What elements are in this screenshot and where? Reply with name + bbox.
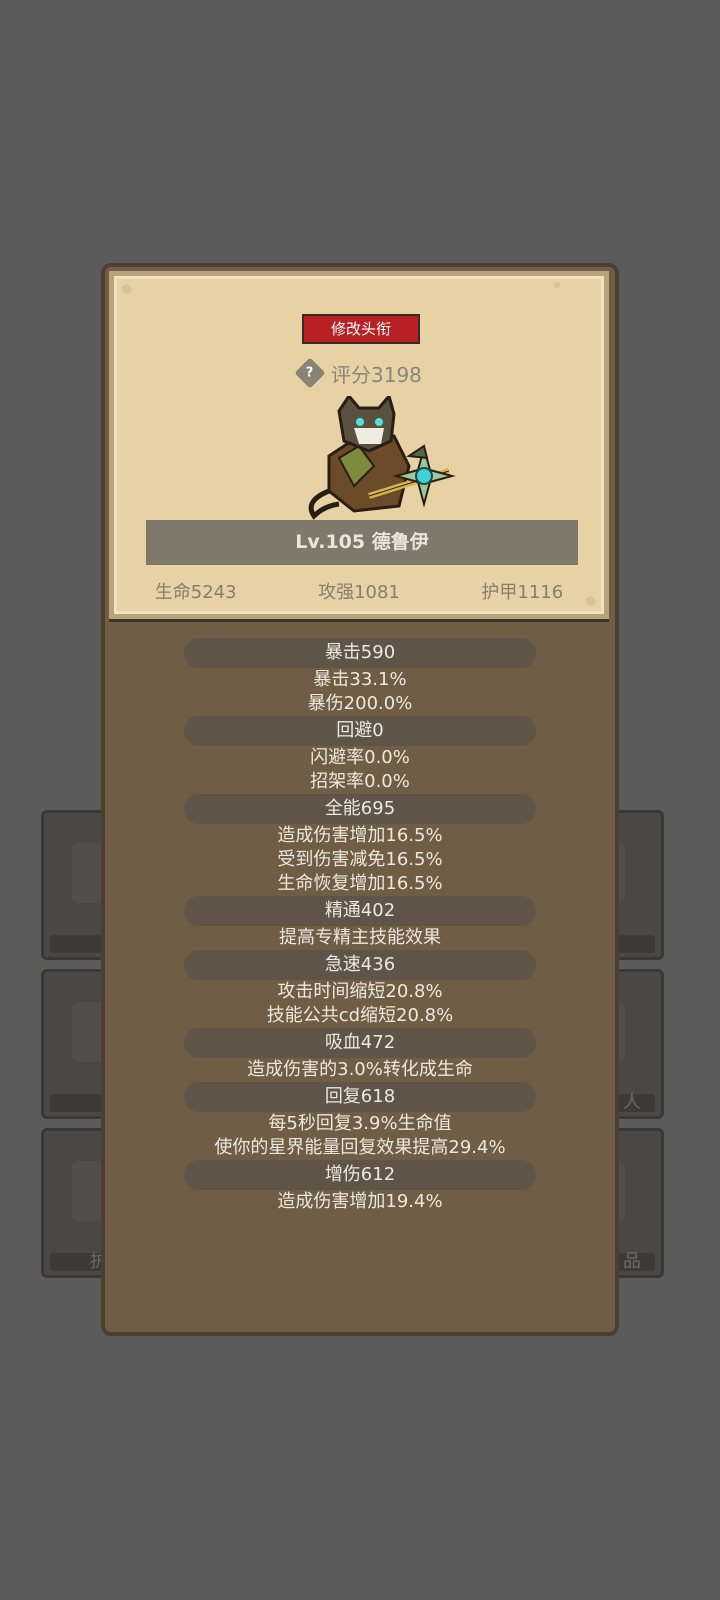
score-row: ? 评分3198 bbox=[294, 357, 422, 389]
stat-line: 闪避率0.0% bbox=[310, 747, 410, 768]
druid-avatar bbox=[308, 396, 456, 520]
stat-line: 使你的星界能量回复效果提高29.4% bbox=[214, 1137, 506, 1158]
stat-line: 提高专精主技能效果 bbox=[279, 927, 441, 948]
stat-header-damage-increase: 增伤612 bbox=[184, 1160, 536, 1190]
stat-header-mastery: 精通402 bbox=[184, 896, 536, 926]
stat-header-regen: 回复618 bbox=[184, 1082, 536, 1112]
stat-header-avoidance: 回避0 bbox=[184, 716, 536, 746]
stat-line: 攻击时间缩短20.8% bbox=[277, 981, 443, 1002]
stat-line: 生命恢复增加16.5% bbox=[277, 873, 443, 894]
stat-line: 造成伤害的3.0%转化成生命 bbox=[247, 1059, 473, 1080]
character-detail-dialog: 修改头衔 ? 评分3198 Lv.105 德鲁伊 生命5243 攻强1081 护… bbox=[101, 263, 619, 1336]
stat-line: 造成伤害增加16.5% bbox=[277, 825, 443, 846]
slot-label: 人 bbox=[623, 1092, 641, 1113]
score-value: 评分3198 bbox=[331, 362, 422, 387]
stat-header-haste: 急速436 bbox=[184, 950, 536, 980]
stat-line: 招架率0.0% bbox=[310, 771, 410, 792]
stat-line: 暴伤200.0% bbox=[307, 693, 413, 714]
base-stats-row: 生命5243 攻强1081 护甲1116 bbox=[114, 578, 604, 604]
stat-line: 受到伤害减免16.5% bbox=[277, 849, 443, 870]
stat-line: 造成伤害增加19.4% bbox=[277, 1191, 443, 1212]
stat-line: 技能公共cd缩短20.8% bbox=[266, 1005, 454, 1026]
stat-details-list: 暴击590 暴击33.1% 暴伤200.0% 回避0 闪避率0.0% 招架率0.… bbox=[105, 638, 615, 1214]
card-decoration bbox=[122, 284, 132, 294]
help-icon-glyph: ? bbox=[306, 365, 314, 381]
stat-header-crit: 暴击590 bbox=[184, 638, 536, 668]
stat-header-versatility: 全能695 bbox=[184, 794, 536, 824]
stat-line: 每5秒回复3.9%生命值 bbox=[268, 1113, 452, 1134]
stat-header-lifesteal: 吸血472 bbox=[184, 1028, 536, 1058]
armor-stat: 护甲1116 bbox=[481, 582, 564, 603]
edit-title-button[interactable]: 修改头衔 bbox=[302, 314, 420, 344]
card-decoration bbox=[554, 282, 560, 288]
stat-line: 暴击33.1% bbox=[313, 669, 407, 690]
slot-label: 品 bbox=[623, 1251, 641, 1272]
hp-stat: 生命5243 bbox=[154, 582, 237, 603]
character-card: 修改头衔 ? 评分3198 Lv.105 德鲁伊 生命5243 攻强1081 护… bbox=[109, 271, 609, 619]
help-icon[interactable]: ? bbox=[294, 357, 326, 389]
attack-stat: 攻强1081 bbox=[318, 582, 400, 603]
character-name-bar: Lv.105 德鲁伊 bbox=[146, 520, 578, 565]
